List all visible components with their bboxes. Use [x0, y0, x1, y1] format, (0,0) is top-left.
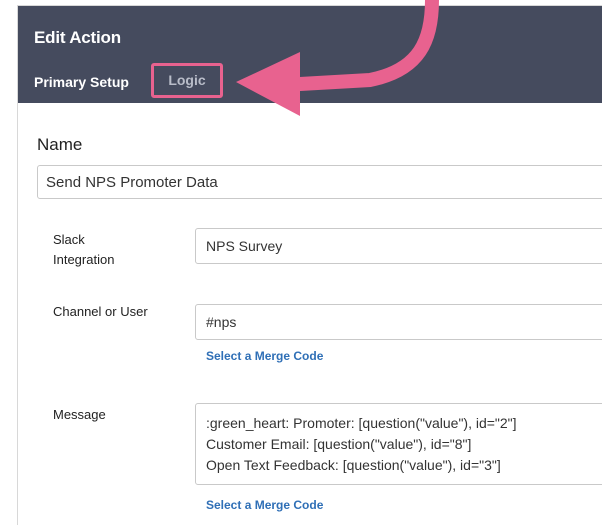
message-textarea[interactable]: :green_heart: Promoter: [question("value… — [195, 403, 602, 485]
name-label: Name — [37, 135, 83, 154]
slack-label-line1: Slack — [53, 232, 85, 247]
tab-logic-label: Logic — [168, 72, 206, 88]
header-bar: Edit Action Primary Setup Logic — [18, 6, 602, 107]
message-line: :green_heart: Promoter: [question("value… — [206, 415, 517, 431]
select-merge-code-link-message[interactable]: Select a Merge Code — [206, 498, 323, 512]
name-field[interactable] — [37, 165, 602, 199]
select-merge-code-link-channel[interactable]: Select a Merge Code — [206, 349, 323, 363]
message-line: Customer Email: [question("value"), id="… — [206, 436, 472, 452]
message-line: Open Text Feedback: [question("value"), … — [206, 457, 501, 473]
slack-integration-value: NPS Survey — [206, 238, 283, 254]
channel-label: Channel or User — [53, 304, 148, 319]
channel-value: #nps — [206, 314, 237, 330]
tab-primary-setup[interactable]: Primary Setup — [34, 75, 144, 107]
page-title: Edit Action — [34, 28, 121, 47]
slack-label-line2: Integration — [53, 252, 115, 267]
channel-input[interactable]: #nps — [195, 304, 602, 340]
message-label: Message — [53, 407, 106, 422]
tab-logic[interactable]: Logic — [151, 63, 223, 98]
slack-integration-select[interactable]: NPS Survey — [195, 228, 602, 264]
slack-integration-label: Slack Integration — [53, 230, 114, 270]
